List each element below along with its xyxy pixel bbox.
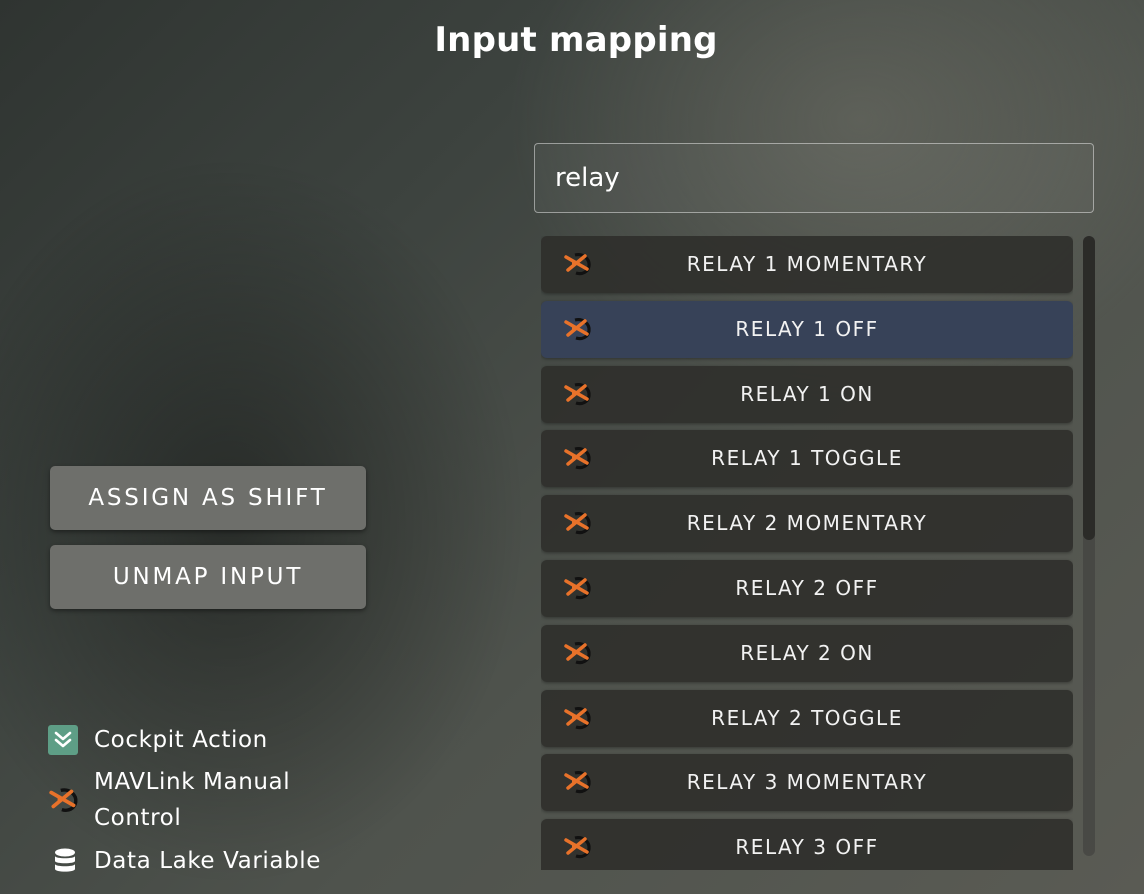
list-item-label: RELAY 1 MOMENTARY [686,252,928,276]
list-item[interactable]: RELAY 3 MOMENTARY [541,754,1073,811]
search-field[interactable] [534,143,1094,213]
list-item[interactable]: RELAY 3 OFF [541,819,1073,870]
list-item[interactable]: RELAY 1 MOMENTARY [541,236,1073,293]
legend-label-line2: Control [94,805,182,831]
list-item-label: RELAY 2 MOMENTARY [686,511,928,535]
database-icon [55,848,75,872]
mavlink-drone-icon [49,788,78,812]
list-item[interactable]: RELAY 2 MOMENTARY [541,495,1073,552]
unmap-input-button[interactable]: UNMAP INPUT [50,545,366,609]
legend-label-line1: MAVLink Manual [94,769,291,795]
legend-label: Cockpit Action [94,727,268,753]
list-item[interactable]: RELAY 2 ON [541,625,1073,682]
action-list: RELAY 1 MOMENTARY RELAY 1 OFF RELAY 1 ON… [541,236,1073,870]
cockpit-action-icon [48,725,78,755]
list-item-label: RELAY 2 TOGGLE [711,706,903,730]
list-item[interactable]: RELAY 1 TOGGLE [541,430,1073,487]
list-item-label: RELAY 1 ON [740,382,874,406]
list-item[interactable]: RELAY 2 OFF [541,560,1073,617]
list-item-label: RELAY 3 MOMENTARY [686,770,928,794]
list-item-label: RELAY 2 OFF [735,576,879,600]
list-item-selected[interactable]: RELAY 1 OFF [541,301,1073,358]
page-title: Input mapping [434,20,718,60]
list-scrollbar[interactable] [1083,236,1095,856]
legend-label: Data Lake Variable [94,848,322,874]
list-item[interactable]: RELAY 1 ON [541,366,1073,423]
assign-as-shift-button[interactable]: ASSIGN AS SHIFT [50,466,366,530]
search-input[interactable] [555,144,1075,212]
scrollbar-thumb[interactable] [1083,236,1095,540]
list-item-label: RELAY 3 OFF [735,835,879,859]
list-item[interactable]: RELAY 2 TOGGLE [541,690,1073,747]
list-item-label: RELAY 1 TOGGLE [711,446,903,470]
list-item-label: RELAY 1 OFF [735,317,879,341]
list-item-label: RELAY 2 ON [740,641,874,665]
